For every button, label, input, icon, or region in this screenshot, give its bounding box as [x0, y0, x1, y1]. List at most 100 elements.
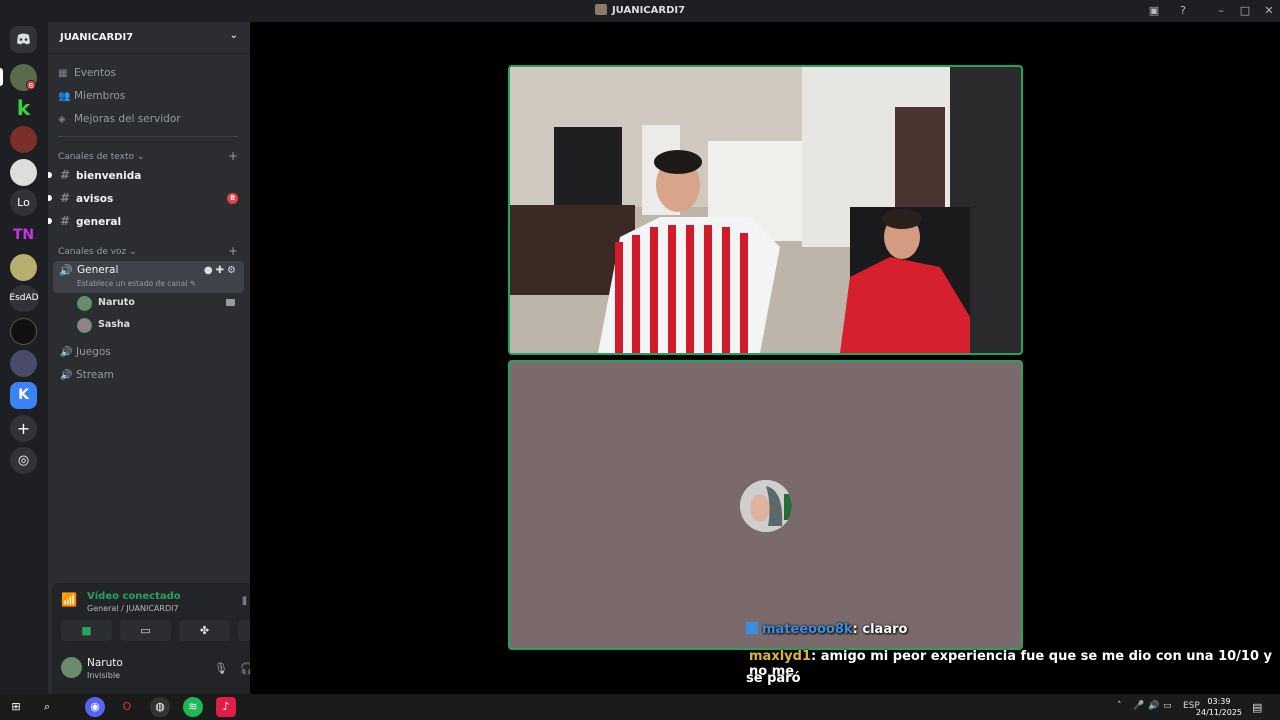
- chat-message-continuation: se paró: [746, 671, 801, 686]
- opera-icon[interactable]: O: [117, 697, 137, 717]
- avatar[interactable]: [61, 657, 82, 678]
- signal-icon[interactable]: 📶: [61, 593, 81, 613]
- hash-icon: #: [60, 191, 71, 205]
- selected-server-pill: [0, 68, 3, 86]
- hash-icon: #: [60, 168, 71, 182]
- activities-button[interactable]: ✤: [179, 620, 230, 641]
- notifications-icon[interactable]: ▤: [1252, 701, 1262, 714]
- chat-badge-icon: [746, 622, 758, 634]
- server-mention-badge: 8: [26, 80, 36, 90]
- clock[interactable]: 03:39 24/11/2025: [1196, 696, 1242, 718]
- microphone-icon[interactable]: 🎤: [1133, 701, 1144, 711]
- help-icon[interactable]: ?: [1175, 3, 1191, 19]
- channel-status[interactable]: Establece un estado de canal ✎: [77, 279, 196, 288]
- chevron-up-icon[interactable]: ˄: [1117, 701, 1122, 711]
- channel-general[interactable]: # general: [48, 211, 244, 231]
- voice-channel-general[interactable]: 🔊 General Establece un estado de canal ✎…: [53, 261, 244, 293]
- minimize-button[interactable]: –: [1213, 3, 1229, 19]
- server-k-blue-icon[interactable]: K: [10, 382, 37, 409]
- discover-icon[interactable]: ◎: [10, 447, 37, 474]
- noise-suppression-icon[interactable]: ⦀: [242, 595, 247, 609]
- server-figure-icon[interactable]: [10, 350, 37, 377]
- server-tribu-icon[interactable]: [10, 318, 37, 345]
- calendar-icon: ▦: [58, 68, 68, 79]
- server-k-green-icon[interactable]: k: [10, 95, 37, 122]
- username[interactable]: Naruto: [87, 657, 123, 669]
- avatar: [77, 296, 92, 311]
- voice-channel-stream[interactable]: 🔊 Stream: [56, 365, 244, 385]
- boost-icon: ◈: [58, 114, 66, 125]
- volume-icon[interactable]: 🔊: [1148, 701, 1159, 711]
- user-status: Invisible: [87, 671, 120, 680]
- server-tn-icon[interactable]: TN: [10, 222, 37, 249]
- avatar: [77, 318, 92, 333]
- add-server-icon[interactable]: +: [10, 415, 37, 442]
- hash-icon: #: [60, 214, 71, 228]
- gear-icon[interactable]: ⚙: [227, 265, 239, 276]
- chat-username: maxlyd1: [749, 649, 811, 664]
- speaker-icon: 🔊: [59, 264, 73, 277]
- server-header[interactable]: JUANICARDI7 ⌄: [48, 22, 250, 54]
- video-stage: mateeooo8k: claaro maxlyd1: amigo mi peo…: [250, 22, 1280, 694]
- microphone-icon[interactable]: 🎙: [214, 662, 228, 675]
- window-title: JUANICARDI7: [0, 4, 1280, 16]
- speaker-icon: 🔊: [60, 370, 73, 381]
- nav-eventos[interactable]: ▦ Eventos: [58, 64, 116, 82]
- chat-message: maxlyd1: amigo mi peor experiencia fue q…: [749, 649, 1273, 679]
- nav-miembros[interactable]: 👥 Miembros: [58, 87, 125, 105]
- channel-sidebar: JUANICARDI7 ⌄ ▦ Eventos 👥 Miembros ◈ Mejora…: [48, 22, 292, 715]
- invite-icon[interactable]: ✚: [216, 265, 227, 276]
- server-icon: [594, 4, 607, 15]
- server-photo-icon[interactable]: [10, 126, 37, 153]
- inbox-icon[interactable]: ▣: [1146, 3, 1162, 19]
- network-icon[interactable]: ▭: [1163, 701, 1172, 711]
- video-tile-naruto[interactable]: [508, 65, 1023, 355]
- start-icon[interactable]: ⊞: [6, 697, 26, 717]
- voice-user-naruto[interactable]: Naruto: [77, 293, 247, 313]
- channel-bienvenida[interactable]: # bienvenida: [48, 165, 244, 185]
- discord-app-icon[interactable]: ◉: [85, 697, 105, 717]
- chevron-down-icon: ⌄: [229, 30, 238, 41]
- maximize-button[interactable]: □: [1237, 3, 1253, 19]
- title-bar: JUANICARDI7 ▣ ? – □ ✕: [0, 0, 1280, 22]
- server-name: JUANICARDI7: [60, 32, 134, 43]
- chat-icon[interactable]: ●: [204, 265, 216, 276]
- unread-indicator: [48, 218, 52, 224]
- video-tile-sasha[interactable]: [508, 360, 1023, 650]
- voice-channel-actions[interactable]: ●✚⚙: [204, 265, 239, 276]
- unread-indicator: [48, 172, 52, 178]
- voice-user-sasha[interactable]: Sasha: [77, 315, 130, 335]
- chat-message: mateeooo8k: claaro: [746, 622, 907, 637]
- divider: [58, 136, 238, 137]
- server-rail: 8 k Lo TN EsdAD K + ◎: [0, 22, 48, 694]
- add-voice-channel-icon[interactable]: +: [228, 244, 238, 258]
- add-text-channel-icon[interactable]: +: [228, 149, 238, 163]
- server-landscape-icon[interactable]: [10, 254, 37, 281]
- unread-indicator: [48, 195, 52, 201]
- discord-home-icon[interactable]: [10, 26, 37, 53]
- category-voice[interactable]: Canales de voz ⌄: [58, 247, 137, 257]
- server-lo[interactable]: Lo: [10, 189, 37, 216]
- server-anime-icon[interactable]: [10, 159, 37, 186]
- camera-button[interactable]: ■: [61, 620, 112, 641]
- voice-location[interactable]: General / JUANICARDI7: [87, 604, 179, 613]
- speaker-icon: 🔊: [60, 347, 73, 358]
- nav-mejoras[interactable]: ◈ Mejoras del servidor: [58, 110, 181, 128]
- camera-feed: [510, 67, 1021, 353]
- camera-icon: [226, 299, 235, 306]
- mention-badge: 8: [227, 193, 238, 204]
- tiktok-icon[interactable]: ♪: [216, 697, 236, 717]
- category-text[interactable]: Canales de texto ⌄: [58, 152, 144, 162]
- screen-share-button[interactable]: ▭: [120, 620, 171, 641]
- chat-username: mateeooo8k: [762, 622, 853, 637]
- voice-channel-juegos[interactable]: 🔊 Juegos: [56, 342, 244, 362]
- members-icon: 👥: [58, 91, 71, 102]
- search-icon[interactable]: ⌕: [37, 697, 57, 717]
- obs-icon[interactable]: ◍: [150, 697, 170, 717]
- server-esdad[interactable]: EsdAD: [9, 285, 39, 312]
- taskbar: ⊞ ⌕ ◉ O ◍ ≋ ♪ ˄ 🎤 🔊 ▭ ESP 03:39 24/11/202…: [0, 694, 1280, 720]
- spotify-icon[interactable]: ≋: [183, 697, 203, 717]
- close-button[interactable]: ✕: [1261, 3, 1277, 19]
- channel-avisos[interactable]: # avisos 8: [48, 188, 244, 208]
- avatar: [740, 480, 792, 532]
